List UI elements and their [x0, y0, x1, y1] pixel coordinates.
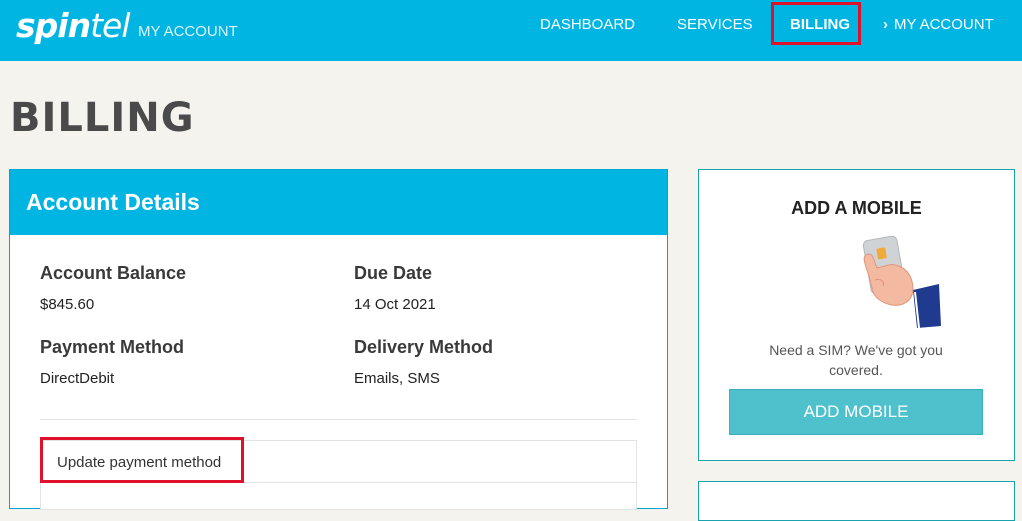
due-date-label: Due Date: [354, 263, 433, 283]
divider: [40, 419, 637, 420]
page-title: BILLING: [10, 95, 195, 141]
delivery-method-value: Emails, SMS: [354, 370, 440, 387]
due-date-value: 14 Oct 2021: [354, 296, 436, 313]
secondary-card: [698, 481, 1015, 521]
logo-text-thin: tel: [90, 6, 130, 45]
brand-subtitle: MY ACCOUNT: [138, 23, 238, 40]
add-mobile-card: ADD A MOBILE Need a SIM? We've got you c…: [698, 169, 1015, 461]
add-mobile-description: Need a SIM? We've got you covered.: [769, 342, 943, 378]
hand-holding-sim-icon: [862, 235, 941, 329]
spintel-logo[interactable]: spintel: [16, 6, 131, 45]
nav-my-account[interactable]: › MY ACCOUNT: [883, 16, 994, 33]
update-payment-highlight-box: [40, 437, 244, 483]
add-mobile-title: ADD A MOBILE: [791, 198, 922, 218]
add-mobile-button[interactable]: ADD MOBILE: [729, 389, 983, 435]
nav-services[interactable]: SERVICES: [677, 16, 753, 33]
account-details-header: Account Details: [10, 170, 667, 235]
chevron-right-icon: ›: [883, 16, 888, 33]
top-nav-bar: spintel MY ACCOUNT DASHBOARD SERVICES BI…: [0, 0, 1022, 61]
payment-method-label: Payment Method: [40, 337, 185, 357]
account-balance-label: Account Balance: [40, 263, 187, 283]
logo-text-bold: spin: [16, 6, 91, 45]
nav-dashboard[interactable]: DASHBOARD: [540, 16, 635, 33]
payment-method-value: DirectDebit: [40, 370, 115, 387]
delivery-method-label: Delivery Method: [354, 337, 494, 357]
account-balance-value: $845.60: [40, 296, 95, 313]
billing-highlight-box: [771, 2, 861, 45]
nav-my-account-label: MY ACCOUNT: [894, 16, 994, 33]
